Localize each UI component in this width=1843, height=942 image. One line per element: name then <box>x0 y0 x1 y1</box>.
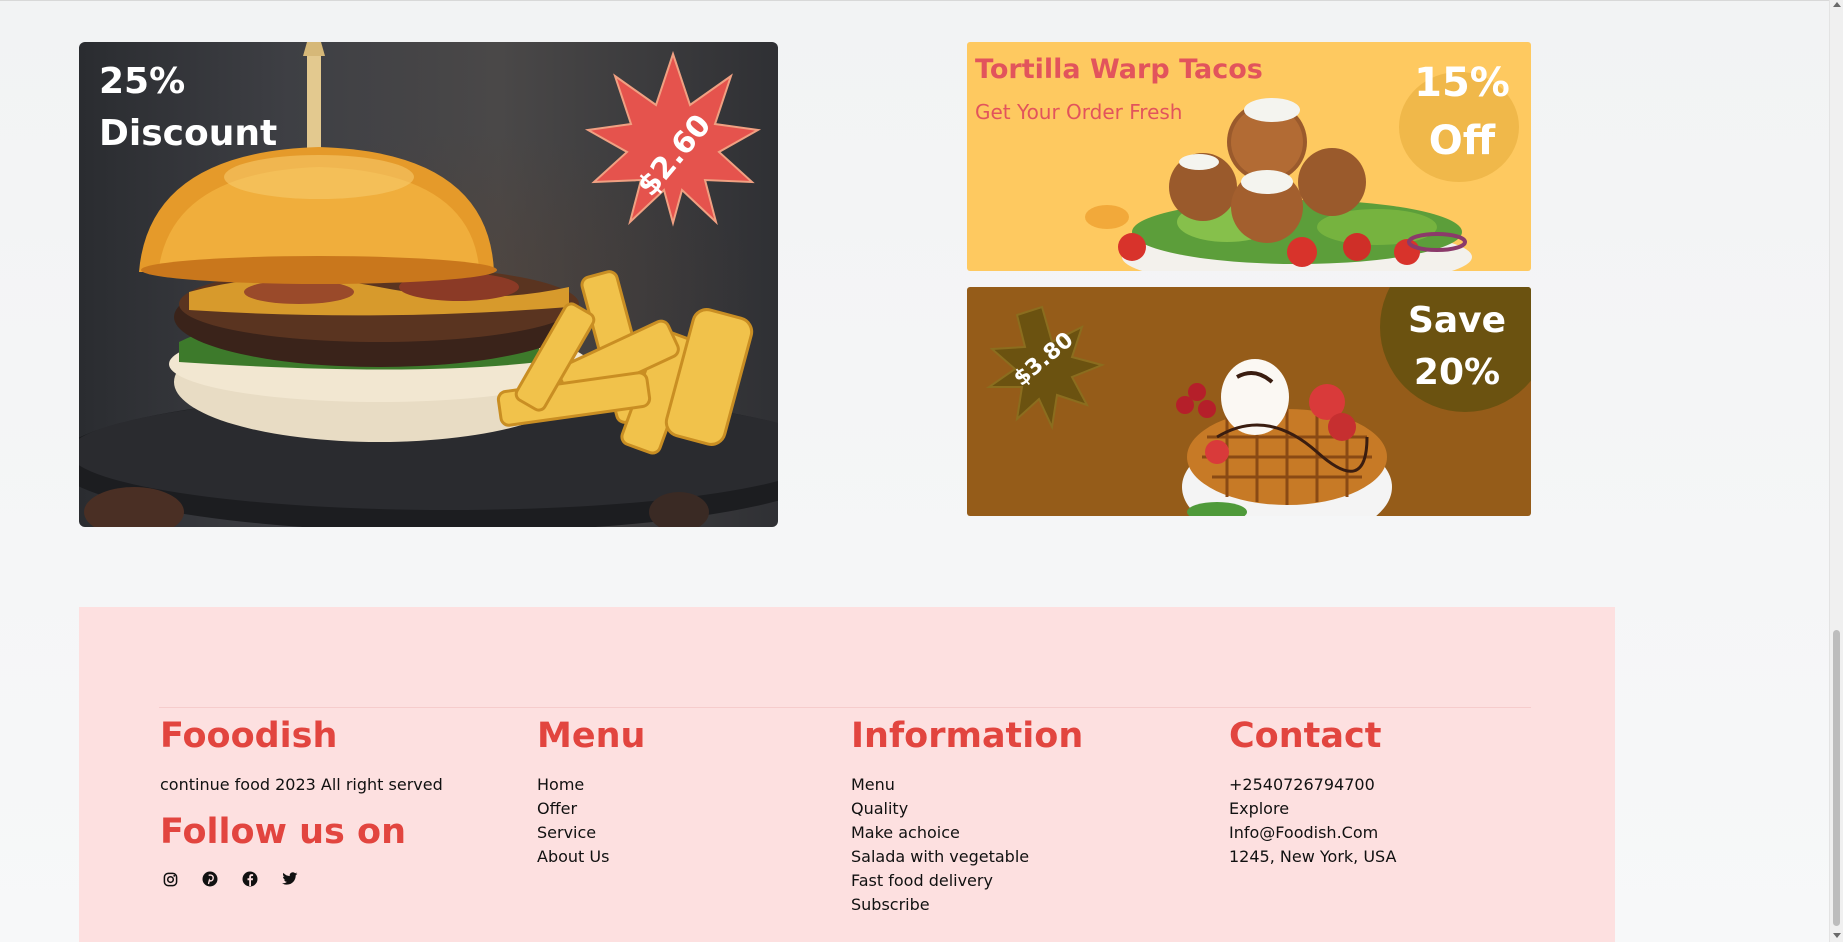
tacos-discount-label: 15% Off <box>1414 60 1510 164</box>
footer-brand-column: Fooodish continue food 2023 All right se… <box>160 707 520 889</box>
page-scrollbar[interactable] <box>1829 0 1843 942</box>
promo-tacos-card[interactable]: Tortilla Warp Tacos Get Your Order Fresh… <box>967 42 1531 271</box>
site-footer: Fooodish continue food 2023 All right se… <box>79 607 1615 942</box>
promo-waffle-card[interactable]: $3.80 Save 20% <box>967 287 1531 516</box>
footer-link-make-achoice[interactable]: Make achoice <box>851 821 1211 845</box>
tacos-subtitle: Get Your Order Fresh <box>975 100 1183 124</box>
twitter-icon[interactable] <box>280 869 300 889</box>
waffle-discount-label: Save 20% <box>1407 300 1507 393</box>
footer-menu-title: Menu <box>537 716 646 756</box>
scroll-up-arrow-icon[interactable] <box>1833 2 1841 7</box>
contact-address: 1245, New York, USA <box>1229 847 1397 866</box>
tacos-title: Tortilla Warp Tacos <box>975 54 1263 85</box>
footer-copyright: continue food 2023 All right served <box>160 775 443 794</box>
footer-brand-title: Fooodish <box>160 716 338 756</box>
footer-link-about-us[interactable]: About Us <box>537 845 817 869</box>
footer-information-title: Information <box>851 716 1084 756</box>
facebook-icon[interactable] <box>240 869 260 889</box>
footer-link-offer[interactable]: Offer <box>537 797 817 821</box>
footer-information-column: Information Menu Quality Make achoice Sa… <box>851 707 1211 917</box>
scroll-down-arrow-icon[interactable] <box>1833 933 1841 938</box>
contact-explore: Explore <box>1229 799 1290 818</box>
pinterest-icon[interactable] <box>200 869 220 889</box>
top-divider <box>0 0 1843 1</box>
contact-phone: +2540726794700 <box>1229 775 1375 794</box>
footer-menu-column: Menu Home Offer Service About Us <box>537 707 817 869</box>
instagram-icon[interactable] <box>160 869 180 889</box>
footer-link-menu[interactable]: Menu <box>851 773 1211 797</box>
burger-discount-label: 25% Discount <box>99 61 278 154</box>
scrollbar-thumb[interactable] <box>1833 630 1840 926</box>
footer-menu-links: Home Offer Service About Us <box>537 773 817 869</box>
footer-contact-items: +2540726794700 Explore Info@Foodish.Com … <box>1229 773 1589 869</box>
social-links <box>160 869 520 889</box>
footer-link-salada[interactable]: Salada with vegetable <box>851 845 1211 869</box>
footer-contact-title: Contact <box>1229 716 1382 756</box>
follow-us-title: Follow us on <box>160 812 406 852</box>
footer-contact-column: Contact +2540726794700 Explore Info@Food… <box>1229 707 1589 869</box>
footer-link-service[interactable]: Service <box>537 821 817 845</box>
footer-link-fast-food-delivery[interactable]: Fast food delivery <box>851 869 1211 893</box>
footer-link-subscribe[interactable]: Subscribe <box>851 893 1211 917</box>
contact-email: Info@Foodish.Com <box>1229 823 1379 842</box>
footer-link-quality[interactable]: Quality <box>851 797 1211 821</box>
promo-burger-card[interactable]: 25% Discount $2.60 <box>79 42 778 527</box>
footer-link-home[interactable]: Home <box>537 773 817 797</box>
footer-information-links: Menu Quality Make achoice Salada with ve… <box>851 773 1211 917</box>
